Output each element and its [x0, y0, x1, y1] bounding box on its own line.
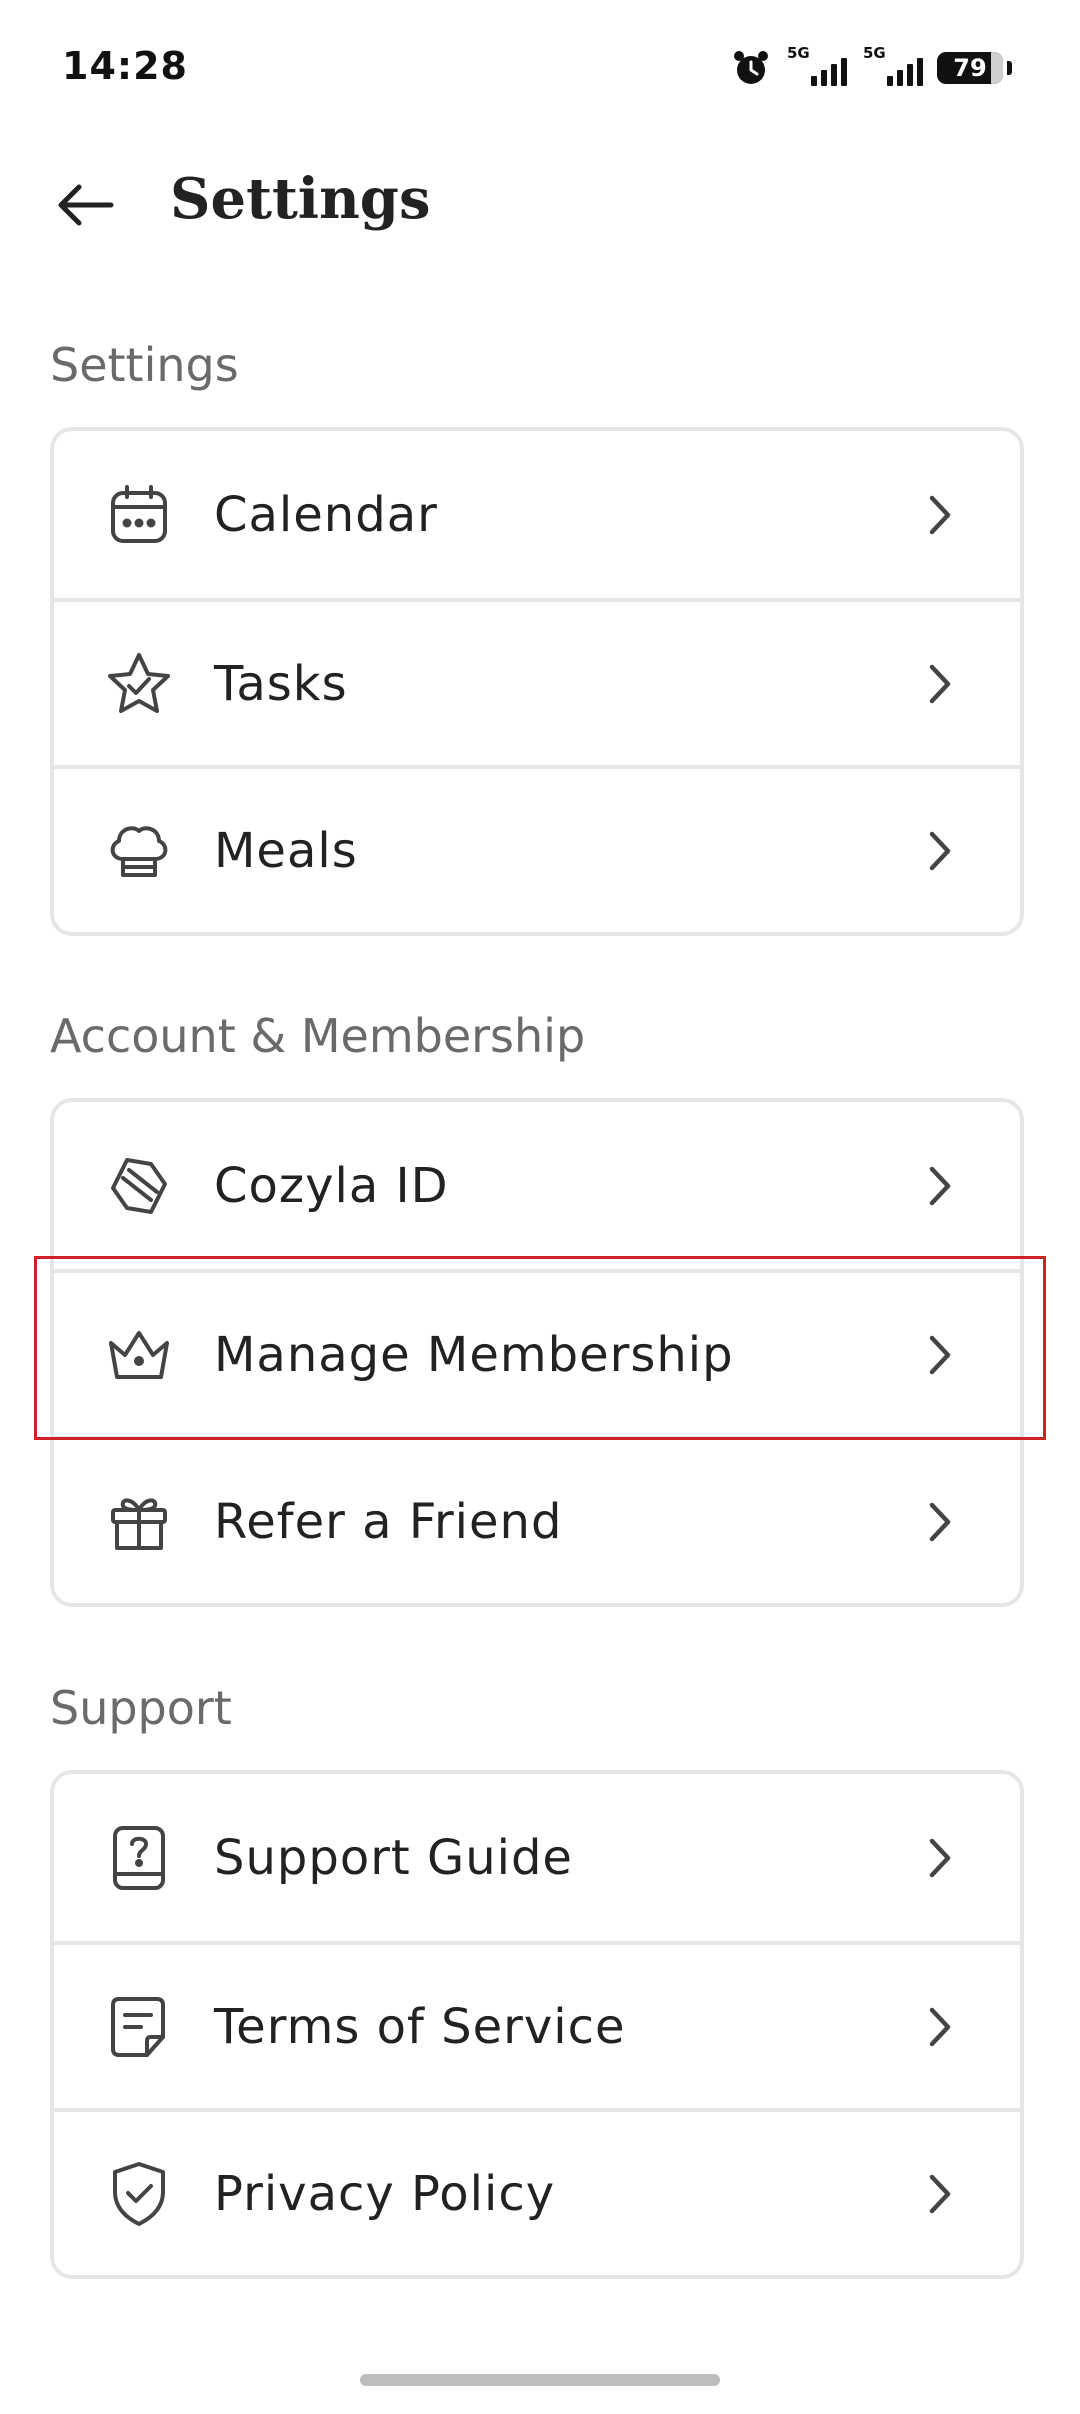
id-badge-icon [104, 1151, 174, 1221]
battery-level: 79 [953, 54, 987, 82]
settings-item-calendar[interactable]: Calendar [54, 431, 1020, 598]
settings-item-tasks[interactable]: Tasks [54, 598, 1020, 765]
crown-icon [104, 1320, 174, 1390]
chevron-right-icon [929, 1838, 951, 1877]
settings-item-meals[interactable]: Meals [54, 765, 1020, 932]
chevron-right-icon [929, 1502, 951, 1541]
account-item-label: Cozyla ID [214, 1157, 449, 1214]
help-book-icon [104, 1823, 174, 1893]
chevron-right-icon [929, 831, 951, 870]
section-label-settings: Settings [50, 338, 239, 392]
chevron-right-icon [929, 2174, 951, 2213]
status-time: 14:28 [62, 44, 188, 88]
section-label-account: Account & Membership [50, 1009, 586, 1063]
section-label-support: Support [50, 1681, 232, 1735]
account-card: Cozyla ID Manage Membership Refer a Frie… [50, 1098, 1024, 1607]
account-item-manage-membership[interactable]: Manage Membership [54, 1269, 1020, 1436]
battery-icon: 79 [937, 52, 1003, 84]
network-type-1: 5G [787, 44, 810, 62]
account-item-label: Refer a Friend [214, 1493, 563, 1550]
document-icon [104, 1992, 174, 2062]
home-indicator[interactable] [360, 2374, 720, 2386]
support-item-label: Support Guide [214, 1829, 573, 1886]
signal-icon: 5G [785, 44, 847, 88]
network-type-2: 5G [863, 44, 886, 62]
status-icons: 5G 5G 79 [731, 44, 1012, 90]
chevron-right-icon [929, 664, 951, 703]
chevron-right-icon [929, 495, 951, 534]
gift-icon [104, 1487, 174, 1557]
settings-item-label: Calendar [214, 486, 438, 543]
support-item-guide[interactable]: Support Guide [54, 1774, 1020, 1941]
settings-item-label: Meals [214, 822, 358, 879]
top-app-bar: Settings [0, 150, 1080, 260]
account-item-cozyla-id[interactable]: Cozyla ID [54, 1102, 1020, 1269]
alarm-icon [734, 51, 768, 84]
support-card: Support Guide Terms of Service Privacy P… [50, 1770, 1024, 2279]
arrow-left-icon [58, 184, 114, 226]
account-item-refer-friend[interactable]: Refer a Friend [54, 1436, 1020, 1603]
support-item-label: Privacy Policy [214, 2165, 556, 2222]
chef-hat-icon [104, 816, 174, 886]
support-item-label: Terms of Service [214, 1998, 626, 2055]
back-button[interactable] [40, 160, 130, 250]
status-bar: 14:28 5G 5G 79 [0, 0, 1080, 130]
chevron-right-icon [929, 1166, 951, 1205]
chevron-right-icon [929, 1335, 951, 1374]
page-title: Settings [170, 166, 431, 232]
support-item-terms[interactable]: Terms of Service [54, 1941, 1020, 2108]
chevron-right-icon [929, 2007, 951, 2046]
settings-item-label: Tasks [214, 655, 348, 712]
shield-check-icon [104, 2159, 174, 2229]
calendar-icon [104, 480, 174, 550]
star-check-icon [104, 649, 174, 719]
settings-card: Calendar Tasks Meals [50, 427, 1024, 936]
signal-icon-2: 5G [861, 44, 923, 88]
account-item-label: Manage Membership [214, 1326, 734, 1383]
support-item-privacy[interactable]: Privacy Policy [54, 2108, 1020, 2275]
